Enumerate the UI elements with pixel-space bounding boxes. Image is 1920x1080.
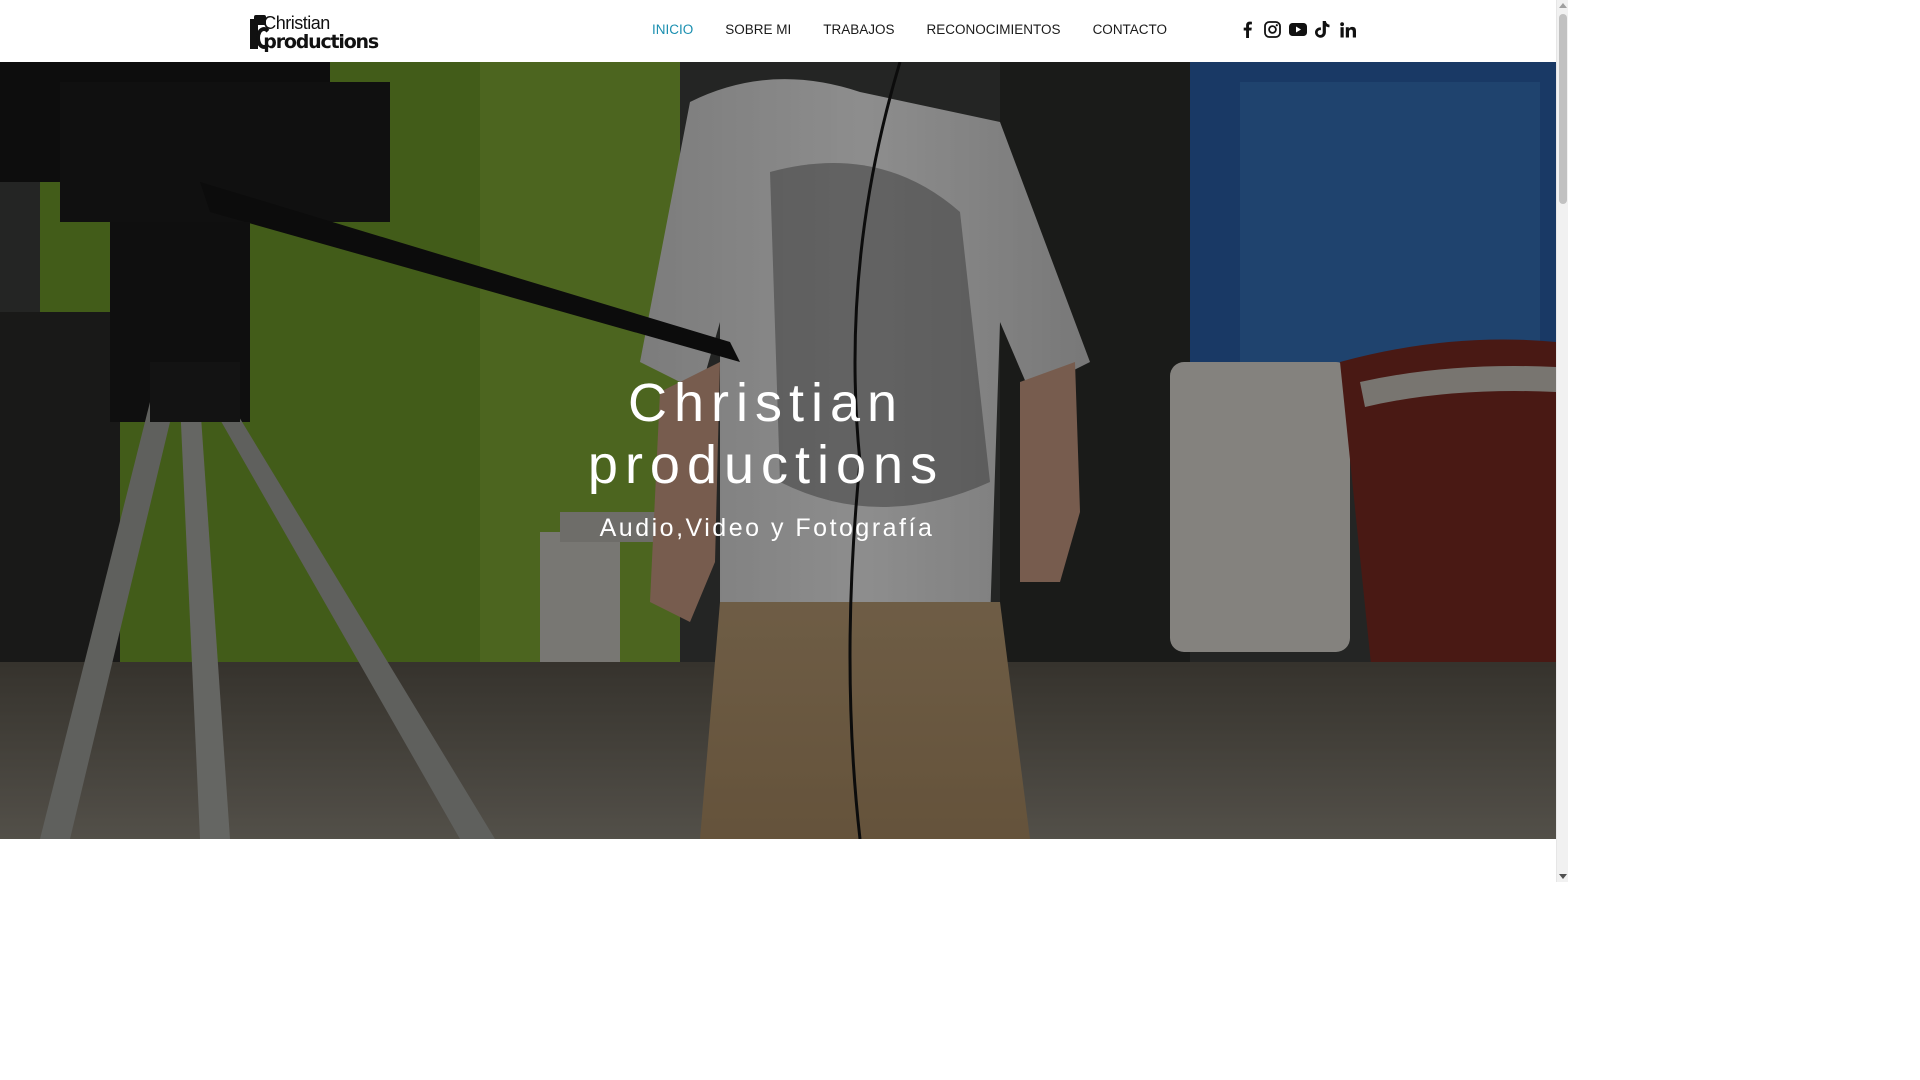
scroll-up-arrow-icon[interactable] xyxy=(1559,3,1567,8)
tiktok-icon[interactable] xyxy=(1313,19,1332,40)
nav-item-reconocimientos[interactable]: RECONOCIMIENTOS xyxy=(911,20,1077,39)
social-links xyxy=(1238,19,1357,40)
instagram-icon[interactable] xyxy=(1263,19,1282,40)
main-nav: INICIO SOBRE MI TRABAJOS RECONOCIMIENTOS… xyxy=(636,20,1183,39)
nav-item-contacto[interactable]: CONTACTO xyxy=(1077,20,1184,39)
logo-line2: productions xyxy=(263,31,379,53)
scroll-thumb[interactable] xyxy=(1559,14,1567,204)
nav-item-sobre-mi[interactable]: SOBRE MI xyxy=(709,20,807,39)
nav-item-trabajos[interactable]: TRABAJOS xyxy=(807,20,910,39)
nav-item-inicio[interactable]: INICIO xyxy=(636,20,709,39)
hero-title-line2: productions xyxy=(587,435,945,495)
hero-subtitle: Audio,Video y Fotografía xyxy=(599,514,935,542)
facebook-icon[interactable] xyxy=(1238,19,1257,40)
hero-section: Christian productions Audio,Video y Foto… xyxy=(0,62,1556,839)
hero-title: Christian productions xyxy=(0,372,1532,496)
logo-line1: Christian xyxy=(263,13,330,33)
site-header: Christian productions INICIO SOBRE MI TR… xyxy=(0,0,1556,62)
page-scrollbar[interactable] xyxy=(1556,0,1568,882)
youtube-icon[interactable] xyxy=(1288,19,1307,40)
camera-logo-icon xyxy=(248,13,272,53)
logo-text: Christian productions xyxy=(263,13,379,53)
scroll-down-arrow-icon[interactable] xyxy=(1559,874,1567,879)
linkedin-icon[interactable] xyxy=(1338,19,1357,40)
hero-title-line1: Christian xyxy=(627,373,905,433)
site-logo[interactable]: Christian productions xyxy=(248,12,379,54)
